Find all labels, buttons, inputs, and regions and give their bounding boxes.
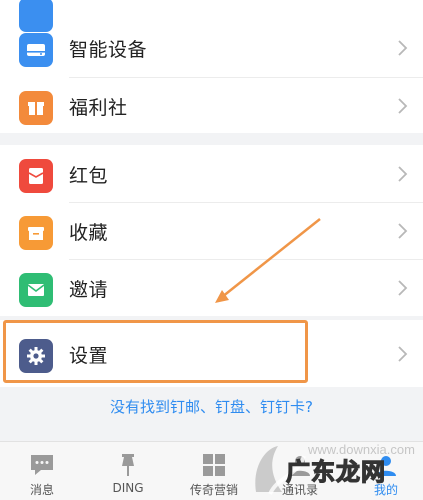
menu-item-welfare[interactable]: 福利社 bbox=[0, 77, 423, 134]
menu-item-label: 福利社 bbox=[69, 97, 128, 119]
tab-label: 传奇营销 bbox=[189, 483, 238, 497]
smart-device-icon bbox=[19, 33, 53, 67]
tab-label: DING bbox=[112, 481, 144, 495]
pin-icon bbox=[122, 454, 134, 476]
watermark-text: 广东龙网 bbox=[285, 457, 386, 486]
highlight-box bbox=[3, 320, 308, 383]
menu-item-label: 红包 bbox=[69, 165, 109, 187]
mail-icon bbox=[19, 273, 53, 307]
help-link[interactable]: 没有找到钉邮、钉盘、钉钉卡? bbox=[0, 396, 423, 417]
menu-item-label: 收藏 bbox=[69, 222, 109, 244]
menu-item-smart-devices[interactable]: 智能设备 bbox=[0, 19, 423, 76]
tab-messages[interactable]: 消息 bbox=[0, 442, 84, 500]
menu-section-tools: 红包 收藏 邀请 bbox=[0, 145, 423, 316]
red-envelope-icon bbox=[19, 159, 53, 193]
chevron-right-icon bbox=[398, 346, 408, 362]
favorites-box-icon bbox=[19, 216, 53, 250]
chevron-right-icon bbox=[398, 98, 408, 114]
chevron-right-icon bbox=[398, 223, 408, 239]
tab-ding[interactable]: DING bbox=[86, 442, 170, 500]
menu-item-invite[interactable]: 邀请 bbox=[0, 259, 423, 316]
chat-bubble-icon bbox=[31, 455, 53, 475]
chevron-right-icon bbox=[398, 280, 408, 296]
menu-item-label: 智能设备 bbox=[69, 39, 148, 61]
menu-item-label: 邀请 bbox=[69, 279, 109, 301]
gift-icon bbox=[19, 91, 53, 125]
grid-apps-icon bbox=[203, 454, 225, 476]
menu-section-devices: 智能设备 福利社 bbox=[0, 0, 423, 133]
chevron-right-icon bbox=[398, 40, 408, 56]
menu-item-favorites[interactable]: 收藏 bbox=[0, 202, 423, 259]
menu-item-red-envelope[interactable]: 红包 bbox=[0, 145, 423, 202]
chevron-right-icon bbox=[398, 166, 408, 182]
tab-label: 消息 bbox=[29, 483, 54, 497]
tab-marketing[interactable]: 传奇营销 bbox=[172, 442, 256, 500]
